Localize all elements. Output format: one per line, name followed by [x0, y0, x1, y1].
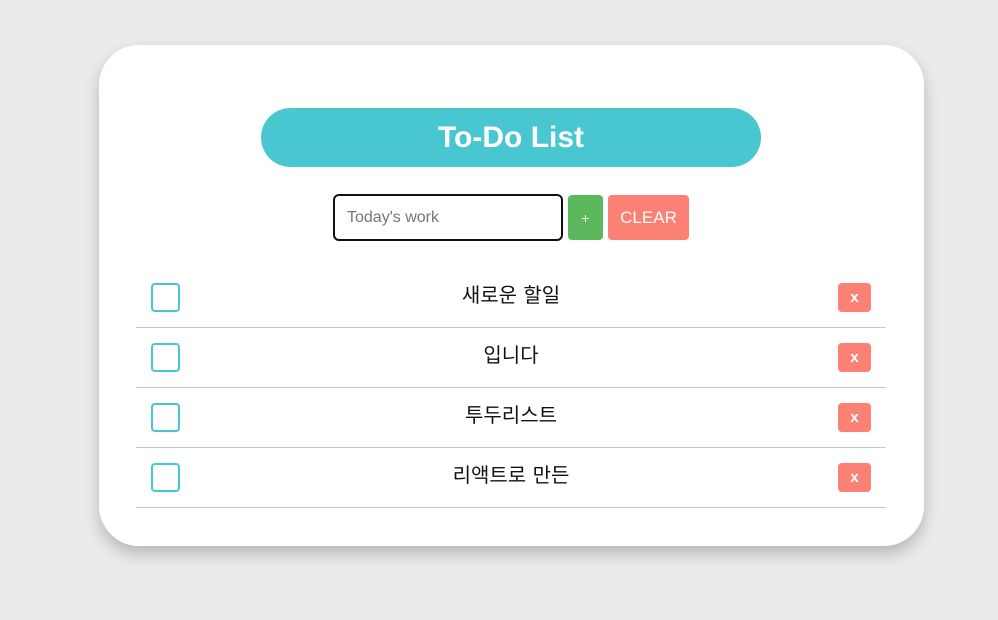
todo-list: 새로운 할일 x 입니다 x 투두리스트 x 리액트로 만든 x	[136, 268, 886, 508]
todo-text: 새로운 할일	[461, 283, 561, 307]
page-title: To-Do List	[437, 120, 585, 154]
todo-item: 입니다 x	[136, 328, 886, 388]
todo-text: 리액트로 만든	[452, 463, 570, 487]
delete-button[interactable]: x	[838, 283, 871, 312]
todo-input[interactable]	[333, 194, 563, 241]
todo-item: 새로운 할일 x	[136, 268, 886, 328]
todo-item: 리액트로 만든 x	[136, 448, 886, 508]
todo-checkbox[interactable]	[151, 343, 180, 372]
title-banner: To-Do List	[261, 108, 761, 167]
todo-text: 입니다	[483, 343, 539, 367]
todo-checkbox[interactable]	[151, 463, 180, 492]
todo-checkbox[interactable]	[151, 283, 180, 312]
todo-form: + CLEAR	[333, 194, 689, 241]
delete-button[interactable]: x	[838, 403, 871, 432]
todo-checkbox[interactable]	[151, 403, 180, 432]
clear-button[interactable]: CLEAR	[608, 195, 689, 240]
add-button[interactable]: +	[568, 195, 603, 240]
todo-item: 투두리스트 x	[136, 388, 886, 448]
todo-text: 투두리스트	[465, 403, 557, 427]
todo-card: To-Do List + CLEAR 새로운 할일 x 입니다 x 투두리스트 …	[99, 45, 924, 546]
delete-button[interactable]: x	[838, 463, 871, 492]
delete-button[interactable]: x	[838, 343, 871, 372]
